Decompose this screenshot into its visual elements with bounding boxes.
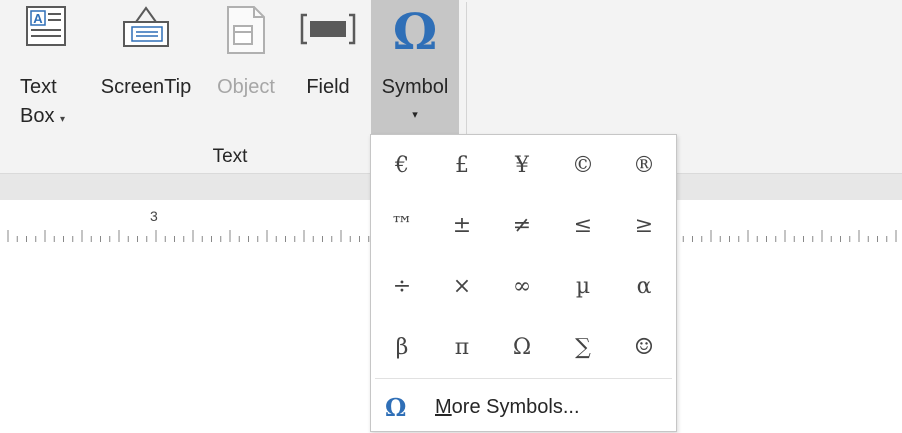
symbol-cell[interactable]: ©	[553, 135, 613, 195]
symbol-cell[interactable]: ¥	[492, 135, 552, 195]
dropdown-caret-icon: ▾	[60, 114, 66, 125]
symbol-cell[interactable]: €	[372, 135, 432, 195]
symbol-dropdown-menu: € £ ¥ © ® ™ ± ≠ ≤ ≥ ÷ × ∞ µ α β π Ω ∑ ☺ Ω More Symbols...	[370, 134, 677, 432]
text-box-button[interactable]: A Text Box ▾	[14, 0, 78, 134]
symbol-cell[interactable]: ×	[432, 256, 492, 316]
symbol-cell[interactable]: ®	[614, 135, 674, 195]
text-box-label-line2-text: Box	[20, 105, 55, 127]
omega-icon: Ω	[385, 392, 407, 422]
symbol-cell[interactable]: Ω	[492, 317, 552, 377]
field-label: Field	[306, 76, 350, 98]
symbol-cell[interactable]: µ	[553, 256, 613, 316]
field-button[interactable]: Field	[296, 0, 360, 134]
symbol-cell[interactable]: ∞	[492, 256, 552, 316]
symbol-cell[interactable]: ÷	[372, 256, 432, 316]
screentip-icon	[114, 4, 178, 57]
text-box-label-line2: Box ▾	[14, 103, 78, 133]
symbol-cell[interactable]: β	[372, 317, 432, 377]
object-button[interactable]: Object	[206, 0, 286, 134]
symbol-cell[interactable]: ≤	[553, 195, 613, 255]
svg-text:A: A	[33, 11, 43, 26]
omega-icon: Ω	[392, 2, 438, 61]
symbol-button[interactable]: Ω Symbol ▾	[371, 0, 459, 134]
symbol-cell[interactable]: α	[614, 256, 674, 316]
more-symbols-label-rest: ore Symbols...	[451, 395, 580, 418]
symbol-cell[interactable]: ™	[372, 195, 432, 255]
text-box-label-line1: Text	[20, 76, 57, 98]
symbol-cell[interactable]: ∑	[553, 317, 613, 377]
symbol-cell[interactable]: ±	[432, 195, 492, 255]
more-symbols-item[interactable]: Ω More Symbols...	[371, 385, 676, 429]
screentip-label: ScreenTip	[100, 76, 192, 98]
symbol-cell[interactable]: ≠	[492, 195, 552, 255]
more-symbols-mnemonic: M	[435, 395, 452, 418]
screentip-button[interactable]: ScreenTip	[90, 0, 202, 134]
symbol-cell[interactable]: ☺	[614, 317, 674, 377]
object-label: Object	[217, 76, 275, 98]
symbol-cell[interactable]: ≥	[614, 195, 674, 255]
object-icon	[222, 4, 270, 61]
text-box-icon: A	[24, 4, 68, 53]
ruler-marker-label: 3	[150, 208, 158, 224]
more-symbols-label: More Symbols...	[435, 396, 580, 419]
symbol-caret-icon: ▾	[412, 109, 418, 121]
field-icon	[299, 12, 357, 51]
symbol-label: Symbol	[381, 76, 449, 98]
symbol-cell[interactable]: £	[432, 135, 492, 195]
menu-separator	[375, 378, 672, 379]
symbol-cell[interactable]: π	[432, 317, 492, 377]
